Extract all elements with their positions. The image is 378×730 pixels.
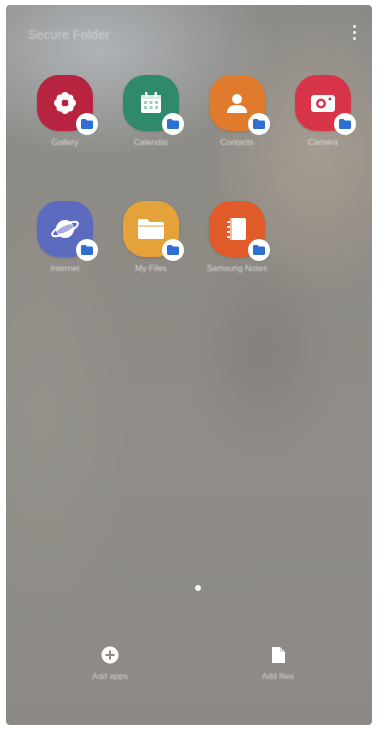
- app-label: Contacts: [220, 137, 254, 147]
- add-circle-icon: [100, 645, 120, 665]
- more-options-button[interactable]: [346, 19, 362, 45]
- folder-badge-icon: [162, 113, 184, 135]
- app-label: My Files: [135, 263, 167, 273]
- gallery-flower-icon: [37, 75, 98, 135]
- folder-badge-icon: [76, 113, 98, 135]
- more-vert-icon-dot: [352, 36, 356, 40]
- app-camera[interactable]: Camera: [286, 75, 360, 147]
- more-vert-icon-dot: [352, 30, 356, 34]
- app-my-files[interactable]: My Files: [114, 201, 188, 273]
- app-calendar[interactable]: Calendar: [114, 75, 188, 147]
- add-apps-label: Add apps: [92, 671, 128, 681]
- app-internet[interactable]: Internet: [28, 201, 102, 273]
- add-apps-button[interactable]: Add apps: [70, 645, 150, 681]
- more-vert-icon: [352, 24, 356, 28]
- internet-planet-icon: [37, 201, 98, 261]
- app-label: Camera: [307, 137, 339, 147]
- folder-badge-icon: [248, 239, 270, 261]
- app-label: Internet: [50, 263, 80, 273]
- app-samsung-notes[interactable]: Samsung Notes: [200, 201, 274, 273]
- folder-badge-icon: [76, 239, 98, 261]
- camera-icon: [295, 75, 356, 135]
- add-files-label: Add files: [261, 671, 295, 681]
- folder-title: Secure Folder: [28, 27, 110, 42]
- app-contacts[interactable]: Contacts: [200, 75, 274, 147]
- secure-folder-screen: Secure Folder Gallery Calendar Contacts …: [6, 5, 372, 725]
- folder-badge-icon: [248, 113, 270, 135]
- folder-badge-icon: [162, 239, 184, 261]
- app-label: Samsung Notes: [206, 263, 268, 273]
- folder-badge-icon: [334, 113, 356, 135]
- file-icon: [268, 645, 288, 665]
- add-files-button[interactable]: Add files: [238, 645, 318, 681]
- calendar-icon: [123, 75, 184, 135]
- notes-icon: [209, 201, 270, 261]
- app-gallery[interactable]: Gallery: [28, 75, 102, 147]
- app-label: Gallery: [51, 137, 79, 147]
- app-label: Calendar: [133, 137, 169, 147]
- folder-icon: [123, 201, 184, 261]
- contacts-person-icon: [209, 75, 270, 135]
- page-indicator-dot: [195, 585, 201, 591]
